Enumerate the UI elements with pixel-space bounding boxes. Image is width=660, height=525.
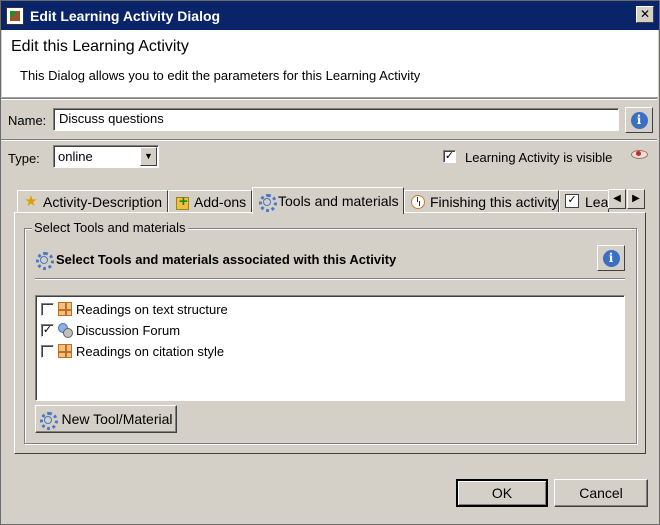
gear-icon (258, 193, 277, 212)
tab-scroll-left-button[interactable]: ◀ (608, 189, 626, 209)
new-tool-material-label: New Tool/Material (61, 411, 173, 427)
item-label: Readings on text structure (76, 301, 228, 317)
visible-checkbox[interactable]: ✓ (443, 150, 456, 163)
info-icon: i (602, 249, 620, 267)
grid-icon (58, 302, 72, 316)
list-item[interactable]: Readings on citation style (41, 341, 224, 361)
section-title-text: Select Tools and materials associated wi… (56, 251, 397, 267)
item-checkbox[interactable]: ✓ (41, 323, 54, 337)
list-item[interactable]: Readings on text structure (41, 299, 228, 319)
header-description: This Dialog allows you to edit the param… (20, 68, 421, 83)
tab-tools-and-materials[interactable]: Tools and materials (252, 187, 404, 214)
close-button[interactable]: ✕ (636, 6, 654, 23)
chevron-down-icon[interactable]: ▼ (140, 147, 157, 166)
gear-icon (39, 411, 59, 430)
tab-label: Tools and materials (278, 193, 399, 209)
type-select[interactable]: online ▼ (53, 145, 159, 168)
tab-label: Add-ons (194, 194, 247, 210)
tools-group-label: Select Tools and materials (32, 220, 188, 235)
clock-icon (410, 194, 426, 210)
name-divider (1, 139, 657, 141)
checkbox-icon (565, 194, 581, 210)
item-checkbox[interactable] (41, 302, 54, 316)
section-divider (35, 278, 625, 280)
type-select-value: online (58, 149, 93, 164)
item-checkbox[interactable] (41, 344, 54, 358)
tab-bar: ★ Activity-Description Add-ons Tools and… (14, 187, 646, 214)
tab-activity-description[interactable]: ★ Activity-Description (17, 190, 168, 213)
tab-label: Activity-Description (43, 194, 163, 210)
eye-icon (631, 148, 648, 159)
cancel-button[interactable]: Cancel (554, 479, 648, 507)
new-tool-material-button[interactable]: New Tool/Material (35, 405, 177, 433)
item-label: Readings on citation style (76, 343, 225, 359)
name-info-button[interactable]: i (625, 107, 653, 133)
visible-label[interactable]: Learning Activity is visible (465, 150, 612, 165)
tab-finishing-activity[interactable]: Finishing this activity (404, 190, 559, 213)
name-field[interactable]: Discuss questions (53, 108, 619, 131)
tools-info-button[interactable]: i (597, 245, 625, 271)
tab-label: Finishing this activity (430, 194, 559, 210)
forum-icon (58, 323, 73, 338)
app-icon (6, 6, 24, 25)
list-item[interactable]: ✓ Discussion Forum (41, 320, 180, 340)
tab-label: Lea (585, 194, 609, 210)
tab-add-ons[interactable]: Add-ons (168, 190, 252, 213)
star-icon: ★ (24, 193, 38, 210)
name-label: Name: (8, 113, 47, 128)
gear-icon (35, 251, 54, 270)
grid-icon (58, 344, 72, 358)
type-label: Type: (8, 151, 40, 166)
item-label: Discussion Forum (76, 322, 181, 338)
tools-list[interactable]: Readings on text structure ✓ Discussion … (35, 295, 625, 401)
tab-scroll-right-button[interactable]: ▶ (627, 189, 645, 209)
window-title: Edit Learning Activity Dialog (30, 7, 221, 24)
dialog-header: Edit this Learning Activity This Dialog … (2, 30, 658, 98)
add-icon (174, 193, 190, 210)
tools-section-title: Select Tools and materials associated wi… (35, 251, 397, 270)
tab-learning-truncated[interactable]: Lea (559, 190, 609, 213)
info-icon: i (630, 111, 648, 129)
ok-button[interactable]: OK (456, 479, 548, 507)
header-title: Edit this Learning Activity (11, 38, 189, 55)
title-bar[interactable]: Edit Learning Activity Dialog ✕ (1, 1, 659, 30)
header-divider (1, 98, 657, 100)
